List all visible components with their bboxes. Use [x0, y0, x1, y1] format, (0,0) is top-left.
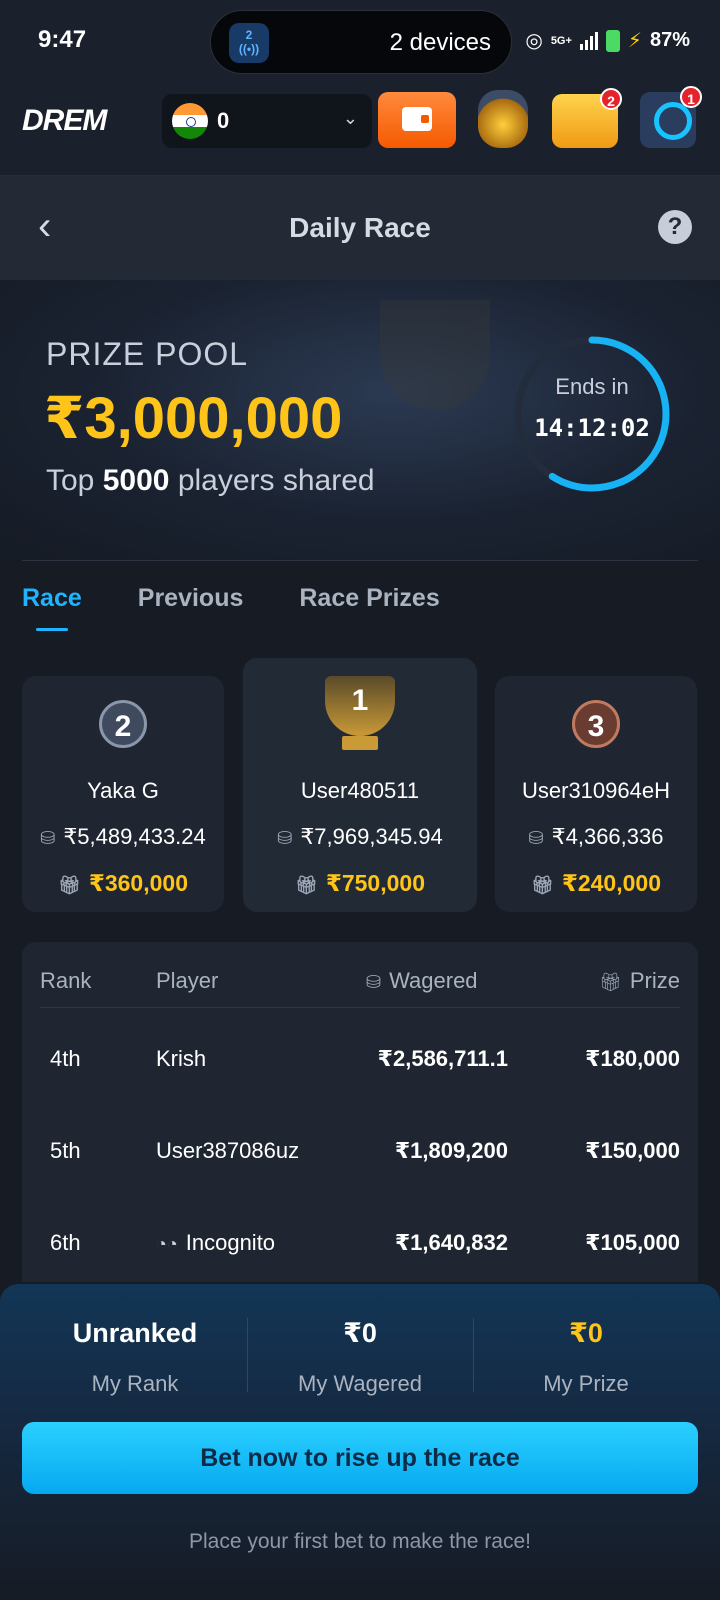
table-row[interactable]: 4th Krish ₹2,586,711.1 ₹180,000	[40, 1046, 680, 1086]
battery-percent: 87%	[649, 29, 690, 51]
charging-icon: ⚡	[627, 30, 642, 52]
prize-pool-subtitle: Top 5000 players shared	[46, 464, 375, 497]
row-player: Krish	[156, 1046, 207, 1071]
row-player: ◔◔ Incognito	[156, 1230, 276, 1255]
cta-hint-text: Place your first bet to make the race!	[189, 1530, 531, 1553]
treasure-jar-icon[interactable]	[478, 90, 528, 148]
countdown-timer: Ends in 14:12:02	[512, 334, 672, 494]
row-wagered: ₹1,640,832	[394, 1230, 508, 1255]
my-wagered-label: My Wagered	[298, 1371, 422, 1396]
hotspot-icon: ◎	[525, 30, 543, 52]
trophy-background-image	[380, 300, 490, 410]
gift-icon: 🎁︎	[530, 875, 554, 895]
incognito-icon: ◔◔	[156, 1234, 178, 1254]
row-prize: ₹105,000	[585, 1230, 680, 1255]
player-wagered: ⛁ ₹7,969,345.94	[277, 824, 443, 849]
notification-badge: 1	[680, 86, 702, 108]
player-prize: 🎁︎ ₹240,000	[530, 870, 661, 896]
status-bar: 9:47 2 ((•)) 2 devices ◎ 5G+ ⚡ 87%	[0, 0, 720, 84]
gift-icon: 🎁︎	[57, 875, 81, 895]
my-wagered-stat: ₹0 My Wagered	[247, 1318, 473, 1397]
status-icons: ◎ 5G+ ⚡ 87%	[525, 28, 690, 53]
network-type: 5G+	[550, 34, 572, 47]
gift-icon: 🎁︎	[599, 972, 622, 992]
broadcast-icon: 2 ((•))	[229, 23, 269, 63]
battery-icon	[605, 29, 620, 52]
my-rank-stat: Unranked My Rank	[22, 1318, 248, 1397]
prize-pool-banner: PRIZE POOL ₹3,000,000 Top 5000 players s…	[0, 280, 720, 560]
profile-button[interactable]: 1	[640, 86, 702, 148]
island-devices-text: 2 devices	[389, 29, 491, 56]
row-prize: ₹150,000	[585, 1138, 680, 1163]
podium-second-place[interactable]: 2 Yaka G ⛁ ₹5,489,433.24 🎁︎ ₹360,000	[22, 676, 224, 912]
notification-badge: 2	[600, 88, 622, 110]
brand-logo[interactable]: DREM	[22, 104, 107, 138]
bet-now-button[interactable]: Bet now to rise up the race	[22, 1422, 698, 1494]
player-name: User310964eH	[522, 778, 670, 803]
row-rank: 5th	[50, 1138, 81, 1163]
currency-selector[interactable]: 0 ⌄	[162, 94, 372, 148]
podium-third-place[interactable]: 3 User310964eH ⛁ ₹4,366,336 🎁︎ ₹240,000	[495, 676, 697, 912]
app-header: DREM 0 ⌄ 2 1	[0, 84, 720, 176]
row-rank: 4th	[50, 1046, 81, 1071]
column-player: Player	[156, 968, 219, 993]
title-bar: ‹ Daily Race ?	[0, 176, 720, 280]
my-prize-value: ₹0	[569, 1318, 603, 1348]
my-rank-value: Unranked	[72, 1318, 198, 1348]
my-rank-label: My Rank	[91, 1371, 179, 1396]
help-icon[interactable]: ?	[658, 210, 692, 244]
gold-trophy-icon: 1	[325, 676, 395, 736]
column-rank: Rank	[40, 968, 92, 993]
podium-first-place[interactable]: 1 User480511 ⛁ ₹7,969,345.94 🎁︎ ₹750,000	[243, 658, 477, 912]
leaderboard-table: Rank Player ⛁ Wagered 🎁︎ Prize 4th Krish ₹…	[22, 942, 698, 1282]
race-tabs: Race Previous Race Prizes	[22, 584, 440, 631]
dynamic-island[interactable]: 2 ((•)) 2 devices	[210, 10, 512, 74]
wallet-button[interactable]	[378, 92, 456, 148]
player-prize: 🎁︎ ₹750,000	[294, 870, 425, 896]
tab-previous[interactable]: Previous	[138, 584, 244, 631]
my-prize-label: My Prize	[543, 1371, 629, 1396]
column-wagered: ⛁ Wagered	[366, 968, 478, 993]
coins-icon: ⛁	[528, 828, 544, 848]
countdown-value: 14:12:02	[534, 414, 650, 442]
table-row[interactable]: 5th User387086uz ₹1,809,200 ₹150,000	[40, 1138, 680, 1178]
player-name: Yaka G	[87, 778, 159, 803]
row-wagered: ₹2,586,711.1	[377, 1046, 508, 1071]
signal-icon	[579, 31, 598, 50]
row-rank: 6th	[50, 1230, 81, 1255]
row-prize: ₹180,000	[585, 1046, 680, 1071]
status-time: 9:47	[38, 26, 87, 53]
page-title: Daily Race	[289, 212, 431, 243]
coins-icon: ⛁	[40, 828, 56, 848]
player-wagered: ⛁ ₹4,366,336	[528, 824, 664, 849]
coins-icon: ⛁	[366, 972, 382, 992]
my-race-panel: Unranked My Rank ₹0 My Wagered ₹0 My Pri…	[0, 1284, 720, 1600]
ends-in-label: Ends in	[555, 374, 629, 399]
table-row[interactable]: 6th ◔◔ Incognito ₹1,640,832 ₹105,000	[40, 1230, 680, 1270]
prize-pool-label: PRIZE POOL	[46, 336, 249, 372]
chevron-down-icon: ⌄	[342, 108, 358, 128]
tab-race-prizes[interactable]: Race Prizes	[299, 584, 439, 631]
wallet-icon	[402, 107, 432, 131]
my-prize-stat: ₹0 My Prize	[473, 1318, 699, 1397]
silver-medal-icon: 2	[99, 700, 147, 748]
gift-icon: 🎁︎	[294, 875, 318, 895]
player-prize: 🎁︎ ₹360,000	[57, 870, 188, 896]
trophy-stem	[342, 736, 378, 750]
my-wagered-value: ₹0	[343, 1318, 377, 1348]
gift-chest-button[interactable]: 2	[552, 88, 622, 148]
prize-pool-amount: ₹3,000,000	[44, 386, 343, 451]
table-header: Rank Player ⛁ Wagered 🎁︎ Prize	[40, 968, 680, 1008]
balance-amount: 0	[217, 108, 230, 133]
divider	[22, 560, 698, 561]
column-prize: 🎁︎ Prize	[599, 968, 680, 993]
player-wagered: ⛁ ₹5,489,433.24	[40, 824, 206, 849]
row-player: User387086uz	[156, 1138, 300, 1163]
player-name: User480511	[300, 778, 420, 803]
row-wagered: ₹1,809,200	[394, 1138, 508, 1163]
coins-icon: ⛁	[277, 828, 293, 848]
bronze-medal-icon: 3	[572, 700, 620, 748]
tab-race[interactable]: Race	[22, 584, 82, 631]
india-flag-icon	[172, 103, 208, 139]
